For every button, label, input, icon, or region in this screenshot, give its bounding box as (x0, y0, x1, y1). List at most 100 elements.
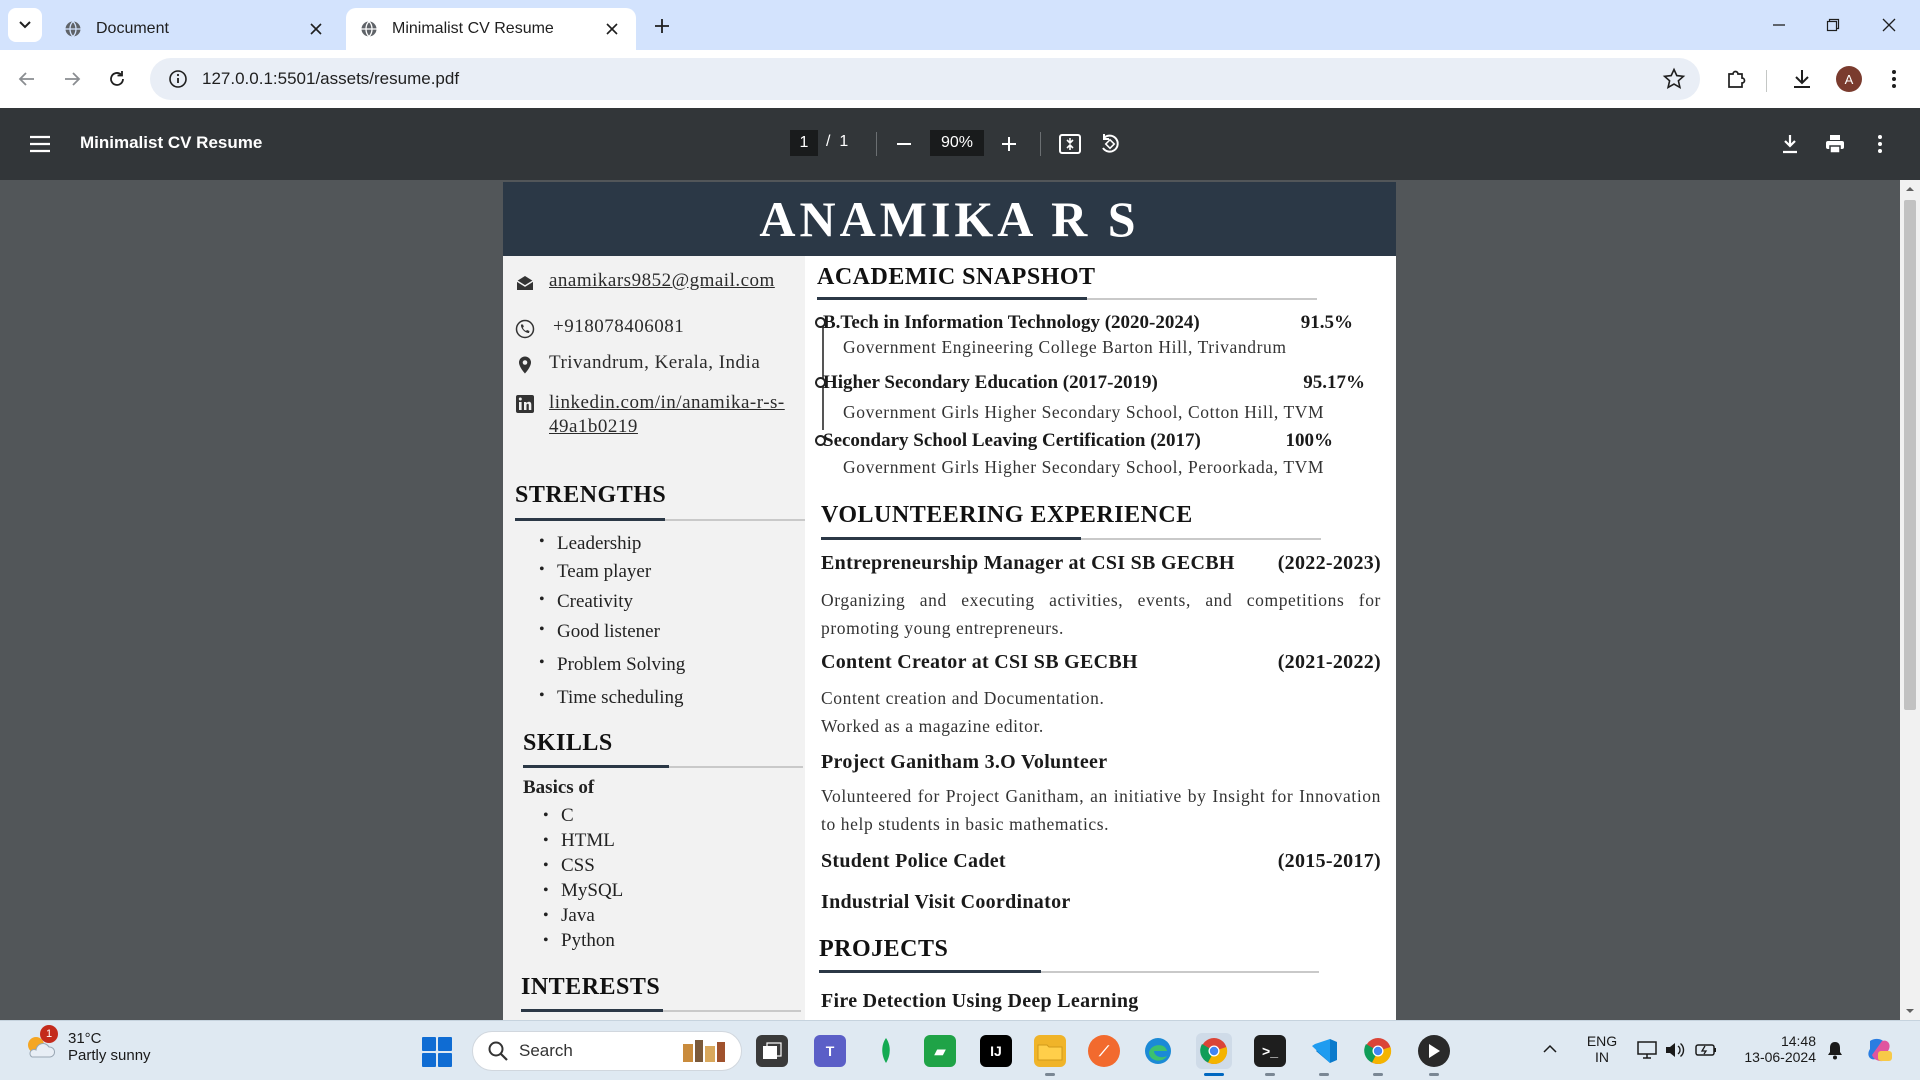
pdf-title: Minimalist CV Resume (80, 133, 263, 152)
rotate-button[interactable] (1096, 130, 1124, 158)
chevron-down-icon (19, 21, 31, 29)
zoom-out-button[interactable] (890, 130, 918, 158)
volunteering-heading: VOLUNTEERING EXPERIENCE (821, 502, 1193, 528)
postman-icon[interactable]: ⟋ (1088, 1035, 1120, 1067)
browser-menu-button[interactable] (1880, 65, 1908, 93)
scroll-up-arrow-icon[interactable] (1905, 184, 1915, 194)
file-explorer-icon[interactable] (1034, 1035, 1066, 1067)
scroll-down-arrow-icon[interactable] (1905, 1006, 1915, 1016)
timeline-dot (815, 377, 826, 388)
list-item: Leadership (539, 533, 685, 561)
chrome-active-icon[interactable] (1196, 1033, 1232, 1069)
copilot-icon[interactable] (1864, 1035, 1894, 1070)
network-icon[interactable] (1636, 1039, 1658, 1066)
close-tab-icon[interactable] (306, 19, 326, 39)
chrome-icon[interactable] (1362, 1035, 1394, 1067)
list-item: Python (543, 928, 623, 953)
page-number-input[interactable]: 1 (790, 130, 818, 156)
pdf-toolbar-divider (876, 132, 877, 156)
close-window-button[interactable] (1866, 8, 1912, 42)
chat-app-icon[interactable]: ▰ (924, 1035, 956, 1067)
address-bar[interactable]: 127.0.0.1:5501/assets/resume.pdf (150, 58, 1700, 100)
close-tab-icon[interactable] (602, 19, 622, 39)
clock[interactable]: 14:48 13-06-2024 (1736, 1033, 1816, 1065)
role-description: Volunteered for Project Ganitham, an ini… (821, 786, 1381, 834)
download-icon (1783, 135, 1797, 154)
tab-search-button[interactable] (8, 8, 42, 42)
back-button[interactable] (10, 62, 44, 96)
media-player-icon[interactable] (1418, 1035, 1450, 1067)
edge-icon[interactable] (1142, 1035, 1174, 1067)
volunteer-role: Entrepreneurship Manager at CSI SB GECBH… (821, 552, 1381, 575)
restore-button[interactable] (1810, 8, 1856, 42)
url-text[interactable]: 127.0.0.1:5501/assets/resume.pdf (202, 69, 459, 89)
terminal-icon[interactable]: >_ (1254, 1035, 1286, 1067)
pdf-download-button[interactable] (1776, 130, 1804, 158)
vertical-scrollbar[interactable] (1900, 180, 1920, 1020)
teams-icon[interactable]: T (814, 1035, 846, 1067)
skills-heading: SKILLS (523, 730, 613, 756)
skills-list: C HTML CSS MySQL Java Python (543, 803, 623, 953)
minimize-button[interactable] (1756, 8, 1802, 42)
resume-left-column: anamikars9852@gmail.com +918078406081 Tr… (503, 256, 805, 1020)
pdf-viewer-toolbar: Minimalist CV Resume 1 / 1 90% (0, 108, 1920, 180)
reload-button[interactable] (100, 62, 134, 96)
linkedin-line-2[interactable]: 49a1b0219 (549, 416, 638, 437)
language-indicator[interactable]: ENG IN (1584, 1033, 1620, 1065)
site-info-icon[interactable] (156, 58, 200, 100)
linkedin-link[interactable]: linkedin.com/in/anamika-r-s- 49a1b0219 (549, 391, 785, 439)
pdf-more-options-button[interactable] (1866, 130, 1894, 158)
task-view-icon[interactable] (756, 1035, 788, 1067)
zoom-level-input[interactable]: 90% (930, 130, 984, 156)
resume-header: ANAMIKA R S (503, 182, 1396, 256)
degree-score: 91.5% (1300, 312, 1353, 333)
pdf-viewport[interactable]: ANAMIKA R S anamikars9852@gmail.com +918… (0, 180, 1920, 1020)
school-name: Government Girls Higher Secondary School… (843, 457, 1325, 477)
bookmark-star-icon[interactable] (1662, 67, 1686, 91)
battery-icon[interactable] (1694, 1039, 1718, 1066)
envelope-icon (516, 276, 534, 290)
windows-start-button[interactable] (422, 1037, 452, 1067)
sidebar-menu-icon[interactable] (26, 130, 54, 158)
skills-rule-accent (523, 765, 669, 768)
tab-title: Document (96, 20, 169, 37)
fit-to-page-button[interactable] (1056, 130, 1084, 158)
degree-score: 100% (1285, 430, 1334, 451)
rotate-icon (1102, 134, 1119, 153)
pdf-toolbar-divider (1040, 132, 1041, 156)
scrollbar-thumb[interactable] (1904, 200, 1916, 710)
zoom-in-button[interactable] (995, 130, 1023, 158)
download-icon (1794, 70, 1810, 88)
email-link[interactable]: anamikars9852@gmail.com (549, 270, 775, 292)
new-tab-button[interactable] (648, 12, 676, 40)
degree-title: B.Tech in Information Technology (2020-2… (823, 312, 1200, 333)
volume-icon[interactable] (1664, 1039, 1686, 1066)
tab-document[interactable]: Document (50, 8, 340, 50)
close-icon (1882, 18, 1896, 32)
weather-widget[interactable]: 1 31°C Partly sunny (22, 1025, 151, 1065)
forward-button[interactable] (55, 62, 89, 96)
interests-rule (521, 1009, 801, 1012)
show-hidden-icons-button[interactable] (1542, 1041, 1558, 1062)
notification-bell-icon[interactable] (1826, 1040, 1844, 1065)
linkedin-icon (516, 395, 534, 413)
intellij-idea-icon[interactable]: IJ (980, 1035, 1012, 1067)
print-button[interactable] (1821, 130, 1849, 158)
extensions-button[interactable] (1722, 65, 1750, 93)
list-item: MySQL (543, 878, 623, 903)
linkedin-line-1[interactable]: linkedin.com/in/anamika-r-s- (549, 392, 785, 413)
weather-notification-badge: 1 (40, 1025, 58, 1043)
taskbar-search[interactable]: Search (472, 1031, 742, 1071)
downloads-button[interactable] (1788, 65, 1816, 93)
page-count: 1 (839, 133, 849, 150)
role-title: Student Police Cadet (821, 850, 1006, 872)
mongodb-compass-icon[interactable] (870, 1035, 902, 1067)
arrow-left-icon (18, 72, 34, 86)
tab-minimalist-cv-resume[interactable]: Minimalist CV Resume (346, 8, 636, 50)
projects-rule-accent (819, 970, 1041, 973)
timeline-dot (815, 317, 826, 328)
role-period: (2015-2017) (1277, 850, 1381, 872)
contact-phone: +918078406081 (515, 316, 684, 339)
profile-avatar[interactable]: A (1836, 66, 1862, 92)
vscode-icon[interactable] (1308, 1035, 1340, 1067)
